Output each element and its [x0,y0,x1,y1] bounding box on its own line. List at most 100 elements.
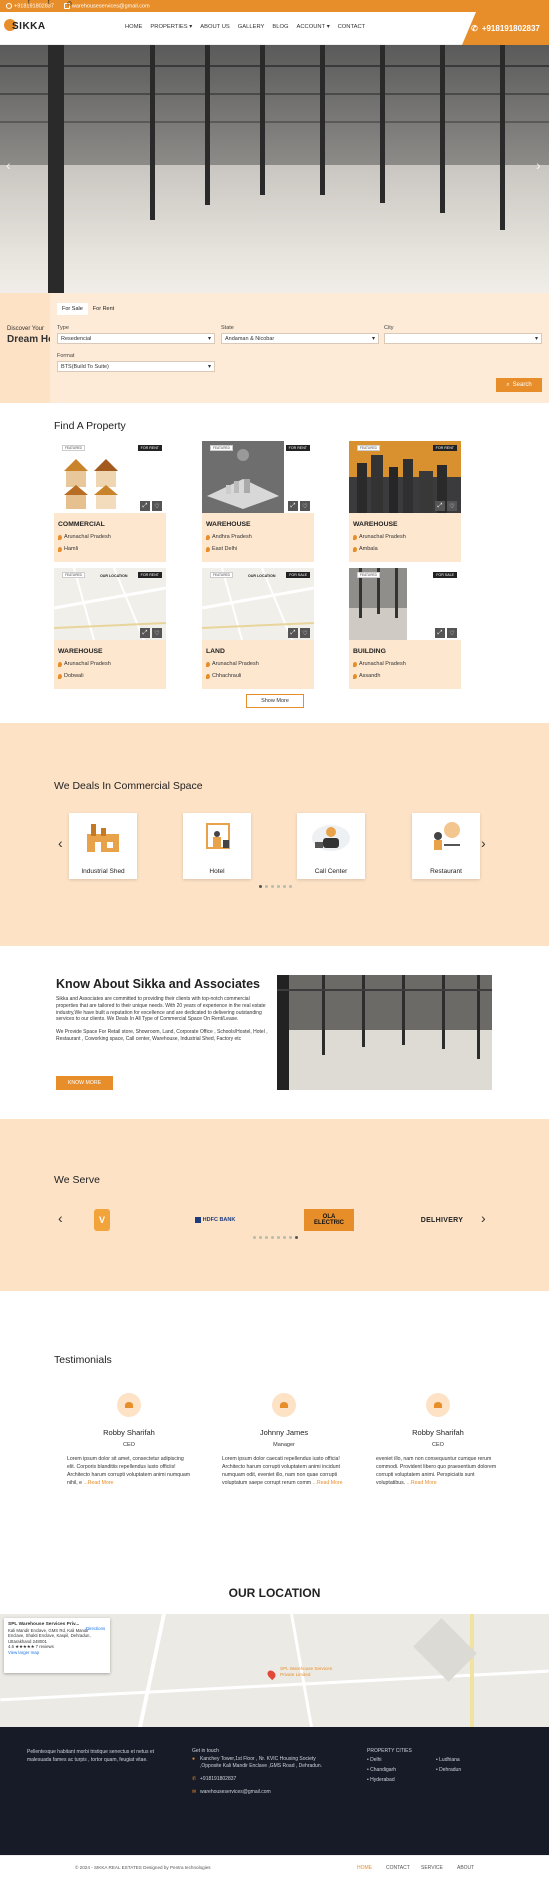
heart-icon[interactable]: ♡ [300,628,310,638]
heart-icon[interactable]: ♡ [152,628,162,638]
read-more-link[interactable]: ...Read More [407,1480,437,1486]
deals-carousel-dots[interactable] [259,885,292,888]
property-city: Hamli [64,546,79,552]
footer-email[interactable]: ✉ warehouseservices@gmail.com [192,1789,322,1797]
property-type: WAREHOUSE [58,648,103,655]
expand-icon[interactable]: ⤢ [435,628,445,638]
hero-slider-image: ‹ › [0,45,549,293]
avatar [426,1393,450,1417]
google-map-embed[interactable]: SPL Warehouse Services Private Limited S… [0,1614,549,1727]
tab-for-sale[interactable]: For Sale [57,303,88,315]
format-select[interactable]: BTS(Build To Suite) [57,361,215,372]
property-card[interactable]: FEATURED OUR LOCATION FOR SALE ⤢ ♡ LAND A… [202,568,314,689]
expand-icon[interactable]: ⤢ [140,628,150,638]
bottom-link-service[interactable]: SERVICE [421,1865,443,1871]
hero-prev-arrow-icon[interactable]: ‹ [6,157,11,173]
header-phone-button[interactable]: ✆ +918191802837 [462,12,549,45]
twitter-icon[interactable]: t [48,0,50,6]
property-card[interactable]: FEATURED FOR RENT ⤢ ♡ WAREHOUSE Arunachal… [349,441,461,562]
city-link[interactable]: • Ludhiana [436,1755,461,1765]
map-image-label: OUR LOCATION [100,574,128,578]
testimonial-name: Johnny James [259,1428,309,1437]
map-pin-icon[interactable] [265,1668,278,1681]
city-link[interactable]: • Delhi [367,1755,396,1765]
heart-icon[interactable]: ♡ [447,628,457,638]
expand-icon[interactable]: ⤢ [288,501,298,511]
phone-icon: ✆ [192,1775,197,1782]
read-more-link[interactable]: ...Read More [313,1480,343,1486]
hero-next-arrow-icon[interactable]: › [536,157,541,173]
deal-card-call-center[interactable]: Call Center [297,813,365,879]
featured-badge: FEATURED [62,572,85,578]
map-pin-icon [58,674,62,679]
property-city: Chhachrauli [212,673,242,679]
bottom-link-about[interactable]: ABOUT [457,1865,474,1871]
nav-contact[interactable]: CONTACT [338,24,366,30]
nav-about[interactable]: ABOUT US [200,24,230,30]
expand-icon[interactable]: ⤢ [435,501,445,511]
tab-for-rent[interactable]: For Rent [88,303,119,315]
testimonial-card: Johnny James Manager Lorem ipsum dolor c… [214,1393,354,1487]
property-state: Arunachal Pradesh [212,661,259,667]
map-pin-icon [206,674,210,679]
deal-card-industrial-shed[interactable]: Industrial Shed [69,813,137,879]
heart-icon[interactable]: ♡ [152,501,162,511]
search-button[interactable]: ⌕ Search [496,378,542,392]
property-card[interactable]: FEATURED FOR SALE ⤢ ♡ BUILDING Arunachal … [349,568,461,689]
property-card[interactable]: FEATURED FOR RENT ⤢ ♡ COMMERCIAL Arunacha… [54,441,166,562]
nav-gallery[interactable]: GALLERY [238,24,265,30]
status-badge: FOR SALE [286,572,310,578]
footer-contact: Get in touch ● Kanchey Tower,1st Floor , … [192,1748,323,1797]
nav-home[interactable]: HOME [125,24,142,30]
status-badge: FOR RENT [432,445,457,451]
chevron-left-icon[interactable]: ‹ [58,1210,63,1226]
client-logo-v: V [94,1209,110,1231]
bottom-link-home[interactable]: HOME [357,1865,372,1871]
view-larger-map-link[interactable]: View larger map [8,1650,106,1656]
footer-about-text: Pellentesque habitant morbi tristique se… [27,1749,155,1763]
deal-card-restaurant[interactable]: Restaurant [412,813,480,879]
chevron-left-icon[interactable]: ‹ [58,835,63,851]
city-select[interactable] [384,333,542,344]
nav-blog[interactable]: BLOG [272,24,288,30]
state-select[interactable]: Andaman & Nicobar [221,333,379,344]
testimonial-card: Robby Sharifah CEO eveniet illo, nam non… [368,1393,508,1487]
deal-label: Industrial Shed [81,868,125,875]
heart-icon[interactable]: ♡ [300,501,310,511]
property-type: WAREHOUSE [206,521,251,528]
deal-card-hotel[interactable]: Hotel [183,813,251,879]
property-city: Assandh [359,673,381,679]
property-type: LAND [206,648,225,655]
nav-account[interactable]: ACCOUNT ▾ [297,24,330,30]
city-link[interactable]: • Dehradun [436,1765,461,1775]
property-card[interactable]: FEATURED OUR LOCATION FOR RENT ⤢ ♡ WAREHO… [54,568,166,689]
property-image: FEATURED FOR SALE ⤢ ♡ [349,568,461,640]
featured-badge: FEATURED [210,445,233,451]
map-pin-icon [58,535,62,540]
city-link[interactable]: • Chandigarh [367,1765,396,1775]
map-pin-label: SPL Warehouse Services Private Limited [280,1666,332,1677]
chevron-right-icon[interactable]: › [481,835,486,851]
type-select[interactable]: Resedencial [57,333,215,344]
nav-properties[interactable]: PROPERTIES ▾ [150,24,192,30]
bottom-link-contact[interactable]: CONTACT [386,1865,410,1871]
know-more-button[interactable]: KNOW MORE [56,1076,113,1090]
heart-icon[interactable]: ♡ [447,501,457,511]
directions-link[interactable]: Directions [86,1626,105,1631]
topbar-email[interactable]: warehouseservices@gmail.com [63,2,150,9]
chevron-right-icon[interactable]: › [481,1210,486,1226]
expand-icon[interactable]: ⤢ [140,501,150,511]
property-card[interactable]: FEATURED FOR RENT ⤢ ♡ WAREHOUSE Andhra Pr… [202,441,314,562]
deal-label: Hotel [209,868,225,875]
city-link[interactable]: • Hyderabad [367,1775,396,1785]
testimonial-text: Lorem ipsum dolor sit amet, consectetur … [67,1456,191,1486]
facebook-icon[interactable]: f [28,0,30,6]
site-logo[interactable]: SIKKA [4,17,45,39]
format-label: Format [57,353,75,359]
read-more-link[interactable]: ...Read More [83,1480,113,1486]
footer-phone[interactable]: ✆ +918191802837 [192,1776,322,1784]
expand-icon[interactable]: ⤢ [288,628,298,638]
instagram-icon[interactable]: ◎ [67,0,72,7]
show-more-button[interactable]: Show More [246,694,304,708]
serve-carousel-dots[interactable] [253,1236,298,1239]
